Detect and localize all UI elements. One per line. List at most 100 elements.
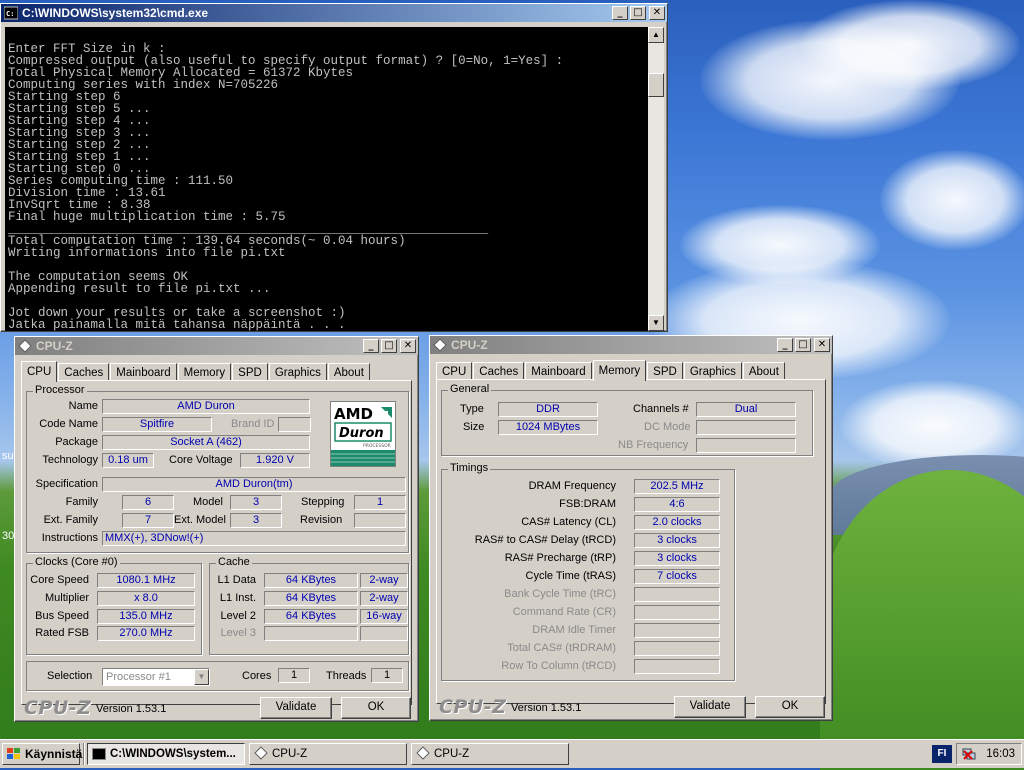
tab-mainboard[interactable]: Mainboard: [110, 363, 177, 381]
cpuz-window-cpu[interactable]: CPU-Z _ □ ✕ CPU Caches Mainboard Memory …: [14, 336, 419, 722]
language-indicator[interactable]: FI: [932, 745, 952, 763]
codename-value: Spitfire: [102, 417, 212, 432]
validate-button[interactable]: Validate: [260, 697, 332, 719]
console-icon: C:: [3, 6, 19, 20]
level3-value: [264, 626, 358, 641]
maximize-button[interactable]: □: [795, 338, 811, 352]
threads-label: Threads: [326, 670, 367, 682]
cpuz-tabs: CPU Caches Mainboard Memory SPD Graphics…: [21, 361, 371, 382]
validate-button[interactable]: Validate: [674, 696, 746, 718]
minimize-button[interactable]: _: [612, 6, 628, 20]
level2-ways: 16-way: [360, 609, 408, 624]
timing-label: Bank Cycle Time (tRC): [504, 588, 616, 600]
desktop-icon-label[interactable]: 30: [2, 530, 14, 542]
timing-label: Total CAS# (tRDRAM): [507, 642, 616, 654]
level2-value: 64 KBytes: [264, 609, 358, 624]
rated-fsb-value: 270.0 MHz: [97, 626, 195, 641]
console-icon: [92, 748, 106, 760]
threads-value: 1: [371, 668, 403, 683]
svg-text:AMD: AMD: [334, 405, 373, 423]
start-button[interactable]: Käynnistä: [2, 743, 83, 765]
dc-mode-value: [696, 420, 796, 435]
clock[interactable]: 16:03: [986, 748, 1015, 760]
taskbar-item-label: CPU-Z: [272, 748, 308, 760]
stepping-label: Stepping: [301, 496, 345, 508]
general-group: General Type DDR Channels # Dual Size 10…: [441, 383, 813, 456]
processor-select[interactable]: Processor #1 ▼: [102, 668, 210, 686]
console-line: Appending result to file pi.txt ...: [8, 282, 271, 296]
channels-value: Dual: [696, 402, 796, 417]
taskbar-item-cpuz-1[interactable]: CPU-Z: [249, 743, 407, 765]
close-button[interactable]: ✕: [400, 339, 416, 353]
console-window[interactable]: C: C:\WINDOWS\system32\cmd.exe _ □ ✕ Ent…: [0, 3, 668, 332]
channels-label: Channels #: [633, 403, 689, 415]
tab-memory[interactable]: Memory: [177, 363, 232, 381]
cpuz-titlebar[interactable]: CPU-Z _ □ ✕: [15, 337, 418, 355]
technology-value: 0.18 um: [102, 453, 154, 468]
level3-ways: [360, 626, 408, 641]
timing-value: 2.0 clocks: [634, 515, 720, 530]
scroll-up-arrow-icon[interactable]: ▲: [648, 27, 664, 43]
specification-label: Specification: [35, 478, 98, 490]
taskbar-item-cpuz-2[interactable]: CPU-Z: [411, 743, 569, 765]
bus-speed-label: Bus Speed: [35, 610, 89, 622]
timing-value: [634, 641, 720, 656]
ok-button[interactable]: OK: [755, 696, 825, 718]
tab-mainboard[interactable]: Mainboard: [525, 362, 592, 380]
chevron-down-icon[interactable]: ▼: [194, 669, 209, 685]
timing-label: Command Rate (CR): [512, 606, 616, 618]
ext-family-label: Ext. Family: [43, 514, 98, 526]
windows-logo-icon: [6, 747, 22, 761]
model-value: 3: [230, 495, 282, 510]
l1-data-label: L1 Data: [217, 574, 256, 586]
close-button[interactable]: ✕: [649, 6, 665, 20]
minimize-button[interactable]: _: [777, 338, 793, 352]
taskbar-item-console[interactable]: C:\WINDOWS\system...: [87, 743, 245, 765]
maximize-button[interactable]: □: [630, 6, 646, 20]
svg-text:C:: C:: [6, 10, 14, 18]
tab-cpu[interactable]: CPU: [436, 362, 473, 380]
timing-value: 202.5 MHz: [634, 479, 720, 494]
minimize-button[interactable]: _: [363, 339, 379, 353]
tab-memory[interactable]: Memory: [592, 360, 647, 381]
memory-tab-page: General Type DDR Channels # Dual Size 10…: [436, 379, 826, 704]
ok-button[interactable]: OK: [341, 697, 411, 719]
selection-label: Selection: [47, 670, 93, 682]
console-output[interactable]: Enter FFT Size in k : Compressed output (…: [5, 27, 661, 331]
timings-group: Timings DRAM Frequency 202.5 MHz FSB:DRAM 4…: [441, 462, 735, 681]
tab-caches[interactable]: Caches: [58, 363, 110, 381]
l1-data-ways: 2-way: [360, 573, 408, 588]
network-disconnected-icon[interactable]: [961, 746, 977, 765]
maximize-button[interactable]: □: [381, 339, 397, 353]
close-button[interactable]: ✕: [814, 338, 830, 352]
cpuz-title: CPU-Z: [36, 339, 73, 353]
cores-value: 1: [278, 668, 310, 683]
tab-cpu[interactable]: CPU: [21, 361, 58, 382]
tab-graphics[interactable]: Graphics: [268, 363, 327, 381]
console-title: C:\WINDOWS\system32\cmd.exe: [22, 6, 209, 20]
tab-caches[interactable]: Caches: [473, 362, 525, 380]
tab-spd[interactable]: SPD: [647, 362, 683, 380]
tab-about[interactable]: About: [327, 363, 370, 381]
console-scrollbar[interactable]: ▲ ▼: [648, 27, 664, 331]
size-value: 1024 MBytes: [498, 420, 598, 435]
tab-about[interactable]: About: [742, 362, 785, 380]
tab-spd[interactable]: SPD: [232, 363, 268, 381]
console-line: Writing informations into file pi.txt: [8, 246, 286, 260]
timing-value: 3 clocks: [634, 551, 720, 566]
timing-label: DRAM Idle Timer: [532, 624, 616, 636]
codename-label: Code Name: [39, 418, 98, 430]
timing-label: RAS# Precharge (tRP): [504, 552, 616, 564]
scroll-thumb[interactable]: [648, 73, 664, 97]
taskbar: Käynnistä C:\WINDOWS\system... CPU-Z CPU…: [0, 739, 1024, 768]
console-titlebar[interactable]: C: C:\WINDOWS\system32\cmd.exe _ □ ✕: [1, 4, 667, 22]
desktop-icon-label[interactable]: su: [2, 450, 14, 462]
cpuz-window-memory[interactable]: CPU-Z _ □ ✕ CPU Caches Mainboard Memory …: [429, 335, 833, 721]
core-voltage-label: Core Voltage: [169, 454, 233, 466]
start-label: Käynnistä: [25, 747, 83, 761]
tab-graphics[interactable]: Graphics: [683, 362, 742, 380]
scroll-down-arrow-icon[interactable]: ▼: [648, 315, 664, 331]
cpuz-titlebar[interactable]: CPU-Z _ □ ✕: [430, 336, 832, 354]
console-line: Jatka painamalla mitä tahansa näppäintä …: [8, 318, 346, 331]
brandid-label: Brand ID: [231, 418, 275, 430]
